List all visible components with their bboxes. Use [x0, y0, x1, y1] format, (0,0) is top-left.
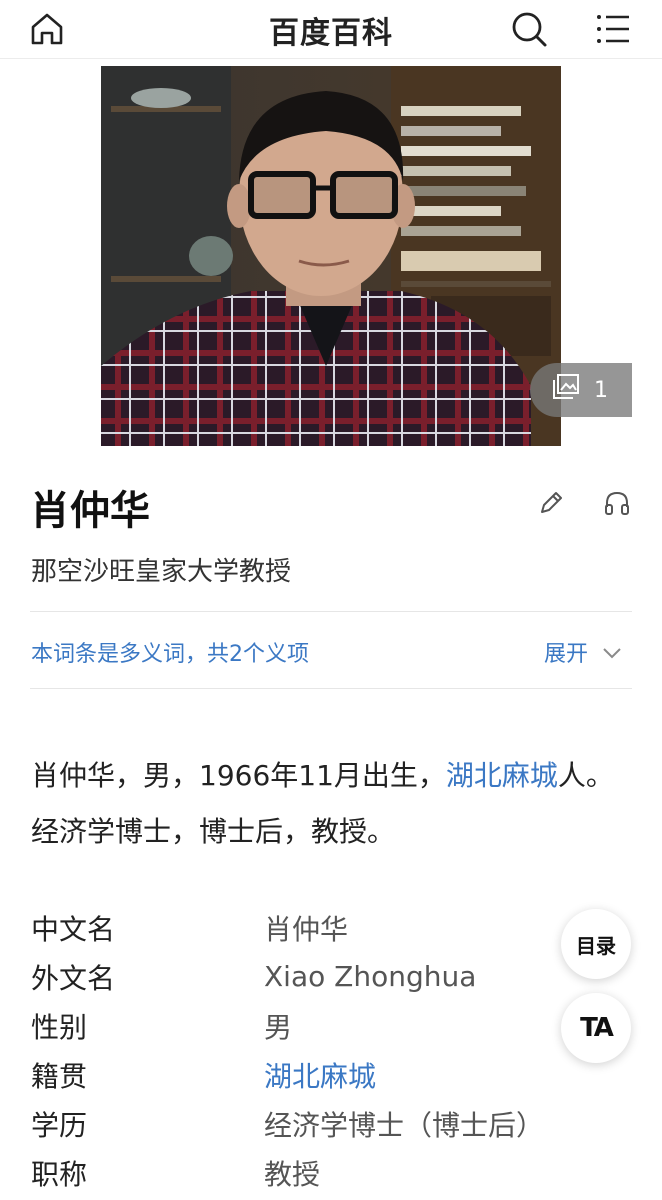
polysemy-notice[interactable]: 本词条是多义词，共2个义项 — [31, 636, 309, 668]
infobox-value: 肖仲华 — [264, 912, 349, 946]
edit-icon[interactable] — [534, 486, 568, 520]
infobox-key: 性别 — [31, 1010, 88, 1044]
infobox-key: 籍贯 — [31, 1059, 88, 1093]
summary-link-hometown[interactable]: 湖北麻城 — [446, 759, 558, 792]
entry-summary: 肖仲华，男，1966年11月出生，湖北麻城人。经济学博士，博士后，教授。 — [31, 748, 631, 860]
summary-text: 肖仲华，男，1966年11月出生， — [31, 759, 446, 792]
ta-button[interactable]: TA — [561, 993, 631, 1063]
divider — [30, 611, 632, 612]
expand-label: 展开 — [544, 642, 589, 667]
expand-button[interactable]: 展开 — [544, 636, 622, 668]
infobox-row: 中文名 肖仲华 — [31, 903, 591, 952]
toc-button[interactable]: 目录 — [561, 909, 631, 979]
entry-subtitle: 那空沙旺皇家大学教授 — [31, 557, 292, 587]
infobox-key: 学历 — [31, 1108, 88, 1142]
page-title: 百度百科 — [269, 16, 393, 51]
infobox-key: 中文名 — [31, 912, 116, 946]
infobox-row: 学历 经济学博士（博士后） — [31, 1099, 591, 1148]
menu-icon[interactable] — [590, 6, 636, 52]
infobox-value: Xiao Zhonghua — [264, 960, 477, 993]
infobox-row: 职称 教授 — [31, 1148, 591, 1197]
entry-photo[interactable] — [101, 66, 561, 446]
image-count: 1 — [594, 377, 608, 403]
infobox-key: 外文名 — [31, 961, 116, 995]
infobox-key: 职称 — [31, 1157, 88, 1191]
infobox-row: 籍贯 湖北麻城 — [31, 1050, 591, 1099]
infobox-value-link[interactable]: 湖北麻城 — [264, 1055, 376, 1095]
search-icon[interactable] — [506, 6, 552, 52]
infobox-row: 外文名 Xiao Zhonghua — [31, 952, 591, 1001]
infobox-row: 性别 男 — [31, 1001, 591, 1050]
image-gallery-button[interactable]: 1 — [530, 363, 632, 417]
chevron-down-icon — [588, 640, 622, 665]
top-bar: 百度百科 — [0, 0, 662, 59]
headphones-icon[interactable] — [600, 486, 634, 520]
divider — [30, 688, 632, 689]
infobox-value: 经济学博士（博士后） — [264, 1108, 545, 1142]
gallery-icon — [552, 374, 580, 406]
infobox-value: 男 — [264, 1010, 293, 1044]
infobox: 中文名 肖仲华 外文名 Xiao Zhonghua 性别 男 籍贯 湖北麻城 学… — [31, 903, 591, 1197]
infobox-value: 教授 — [264, 1157, 321, 1191]
entry-title: 肖仲华 — [30, 488, 150, 534]
